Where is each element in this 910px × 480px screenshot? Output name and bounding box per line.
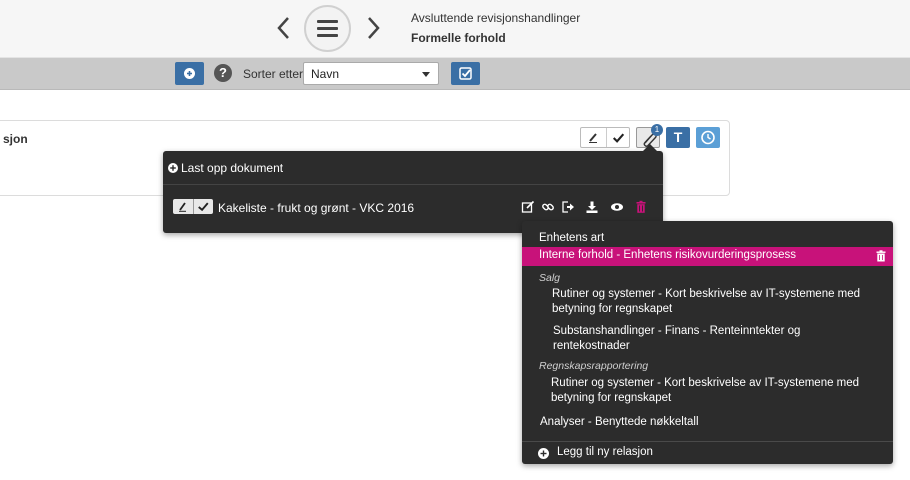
hamburger-menu-icon[interactable] [304, 5, 351, 52]
relation-item-line[interactable]: Substanshandlinger - Finans - Renteinnte… [553, 324, 800, 339]
relation-item-line[interactable]: betyning for regnskapet [551, 391, 671, 406]
relation-item[interactable]: Enhetens art [539, 231, 604, 246]
text-type-button[interactable]: T [666, 127, 690, 148]
plus-circle-icon [168, 163, 178, 173]
help-icon[interactable]: ? [214, 64, 232, 82]
document-edit-approve-group [173, 199, 213, 214]
relation-item-line[interactable]: rentekostnader [553, 339, 630, 354]
check-icon [198, 202, 209, 212]
trash-icon[interactable] [876, 250, 886, 262]
chevron-left-icon[interactable] [272, 12, 296, 44]
relation-item-line[interactable]: Rutiner og systemer - Kort beskrivelse a… [552, 287, 860, 302]
approve-button[interactable] [606, 128, 631, 147]
clock-button[interactable] [696, 127, 720, 148]
check-square-icon [459, 67, 472, 80]
relation-item[interactable]: Analyser - Benyttede nøkkeltall [540, 415, 699, 430]
card-title: sjon [3, 132, 28, 146]
trash-icon[interactable] [634, 200, 648, 214]
chevron-down-icon [422, 72, 430, 77]
sort-select[interactable]: Navn [303, 62, 439, 85]
relation-item-line[interactable]: betyning for regnskapet [552, 302, 672, 317]
download-icon[interactable] [585, 200, 599, 214]
plus-circle-icon [538, 448, 549, 459]
edit-icon[interactable] [521, 200, 535, 214]
document-approve-button[interactable] [193, 199, 213, 214]
chevron-right-icon[interactable] [361, 12, 385, 44]
eye-icon[interactable] [610, 200, 624, 214]
edit-approve-group [580, 127, 630, 148]
relation-item-label: Interne forhold - Enhetens risikovurderi… [539, 249, 796, 261]
upload-document-label: Last opp dokument [181, 161, 284, 175]
relation-menu: Enhetens art Interne forhold - Enhetens … [522, 221, 893, 464]
breadcrumb-parent[interactable]: Avsluttende revisjonshandlinger [411, 11, 580, 25]
document-edit-button[interactable] [173, 199, 193, 214]
upload-document-button[interactable]: Last opp dokument [163, 151, 663, 185]
edit-button[interactable] [581, 128, 606, 147]
relation-item-line[interactable]: Rutiner og systemer - Kort beskrivelse a… [551, 376, 859, 391]
check-icon [612, 133, 625, 143]
relation-group-label: Regnskapsrapportering [539, 360, 649, 372]
link-icon[interactable] [541, 200, 555, 214]
share-icon[interactable] [561, 200, 575, 214]
add-relation-button[interactable]: Legg til ny relasjon [557, 446, 653, 458]
divider [522, 441, 893, 442]
header-bar: Avsluttende revisjonshandlinger Formelle… [0, 0, 910, 58]
relation-item-selected[interactable]: Interne forhold - Enhetens risikovurderi… [522, 247, 893, 266]
attachment-count-badge: 1 [651, 124, 663, 136]
pencil-icon [589, 133, 597, 143]
add-button[interactable] [175, 62, 204, 85]
relation-group-label: Salg [539, 272, 561, 284]
page-title: Formelle forhold [411, 31, 506, 45]
plus-icon [184, 68, 195, 79]
sort-label: Sorter etter [243, 67, 304, 81]
pencil-icon [179, 202, 186, 212]
toolbar: ? Sorter etter Navn [0, 58, 910, 90]
select-all-button[interactable] [451, 62, 480, 85]
sort-select-value: Navn [311, 67, 340, 81]
clock-icon [701, 130, 715, 145]
document-name[interactable]: Kakeliste - frukt og grønt - VKC 2016 [218, 201, 414, 215]
